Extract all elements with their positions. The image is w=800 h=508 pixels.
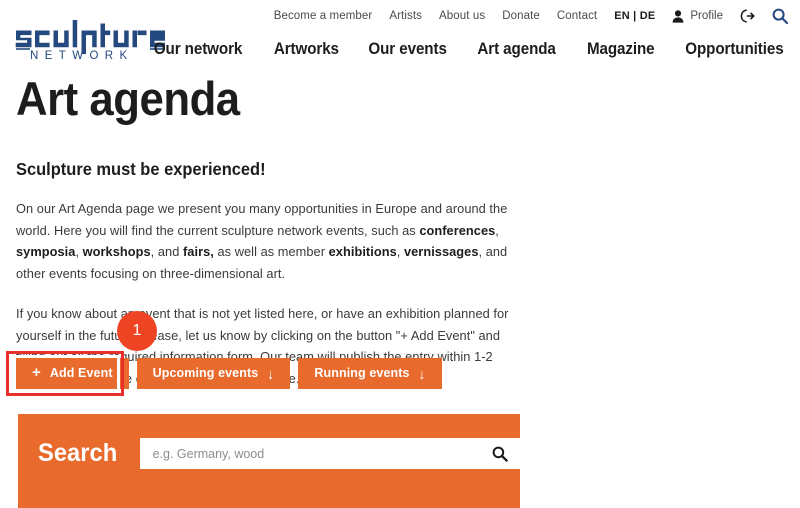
profile-link[interactable]: Profile [672,9,723,23]
para1-seg3: , [75,244,83,259]
para1-bold-fairs: fairs, [183,244,214,259]
para1-bold-workshops: workshops [82,244,151,259]
topnav-item-donate[interactable]: Donate [502,10,540,22]
person-icon [672,9,684,23]
arrow-down-icon: ↓ [267,365,275,382]
topnav-item-contact[interactable]: Contact [557,10,597,22]
nav-item-opportunities[interactable]: Opportunities [685,40,783,59]
action-button-row: + Add Event Upcoming events ↓ Running ev… [16,358,442,389]
site-header: NETWORK Become a member Artists About us… [0,0,800,68]
topnav-item-artists[interactable]: Artists [389,10,422,22]
para1-seg6: , [396,244,404,259]
search-label: Search [38,439,118,467]
para1-seg5: as well as member [213,244,329,259]
page-title: Art agenda [16,72,240,125]
para1-seg4: , and [150,244,183,259]
para1-bold-vernissages: vernissages [403,244,479,259]
running-events-label: Running events [314,366,410,380]
add-event-label: Add Event [49,366,113,380]
nav-item-artworks[interactable]: Artworks [273,40,338,59]
search-panel: Search [18,414,520,508]
svg-text:NETWORK: NETWORK [30,50,134,62]
search-field[interactable] [139,438,520,469]
add-event-button[interactable]: + Add Event [16,358,129,389]
search-icon[interactable] [492,446,508,462]
para1-bold-conferences: conferences [419,222,496,238]
language-switcher[interactable]: EN | DE [614,10,655,22]
main-nav: Our network Artworks Our events Art agen… [150,40,788,59]
section-subheading: Sculpture must be experienced! [16,159,266,179]
intro-paragraph: On our Art Agenda page we present you ma… [16,198,521,284]
search-icon[interactable] [772,8,788,24]
search-input[interactable] [139,438,520,469]
para1-seg2: , [495,222,499,238]
para1-bold-exhibitions: exhibitions [328,244,397,259]
nav-item-magazine[interactable]: Magazine [587,40,655,59]
topnav-item-become-a-member[interactable]: Become a member [274,10,373,22]
profile-label: Profile [690,10,723,22]
nav-item-our-network[interactable]: Our network [154,40,242,59]
para1-bold-symposia: symposia [16,244,76,259]
logout-icon[interactable] [740,9,755,23]
topnav-item-about-us[interactable]: About us [439,10,485,22]
upcoming-events-button[interactable]: Upcoming events ↓ [136,358,291,389]
nav-item-art-agenda[interactable]: Art agenda [478,40,556,59]
nav-item-our-events[interactable]: Our events [369,40,447,59]
upcoming-events-label: Upcoming events [152,366,259,380]
top-utility-nav: Become a member Artists About us Donate … [274,8,788,24]
arrow-down-icon: ↓ [418,365,426,382]
running-events-button[interactable]: Running events ↓ [298,358,442,389]
annotation-badge: 1 [117,311,157,351]
plus-icon: + [32,364,41,381]
search-row: Search [18,438,520,469]
